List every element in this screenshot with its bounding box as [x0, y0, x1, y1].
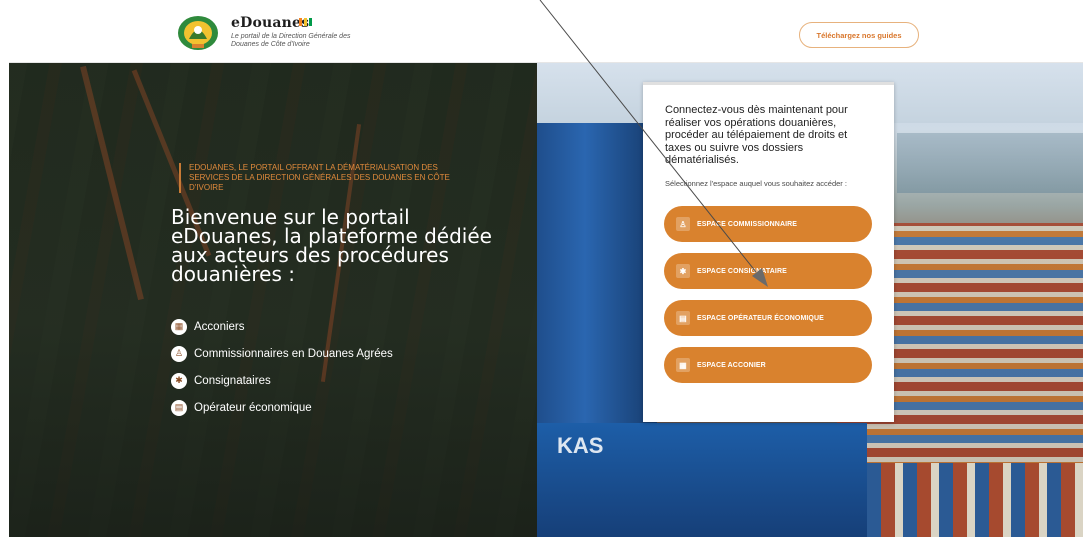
coat-of-arms-logo[interactable] — [176, 13, 220, 51]
card-prompt-text: Sélectionnez l'espace auquel vous souhai… — [665, 179, 847, 188]
consignataire-icon: ✱ — [676, 264, 690, 278]
feature-label: Opérateur économique — [194, 401, 312, 414]
espace-commissionnaire-button[interactable]: ♙ ESPACE COMMISSIONNAIRE — [664, 206, 872, 242]
espace-consignataire-button[interactable]: ✱ ESPACE CONSIGNATAIRE — [664, 253, 872, 289]
feature-label: Commissionnaires en Douanes Agrées — [194, 347, 393, 360]
button-label: ESPACE OPÉRATEUR ÉCONOMIQUE — [697, 314, 824, 322]
ivory-coast-flag-icon — [299, 18, 312, 26]
feature-item-operateur: ▤ Opérateur économique — [171, 394, 393, 421]
operateur-icon: ▤ — [676, 311, 690, 325]
feature-item-consignataires: ✱ Consignataires — [171, 367, 393, 394]
commissionnaire-icon: ♙ — [171, 345, 187, 362]
hero-section: KAS EDOUANES, LE PORTAIL OFFRANT LA DÉMA… — [9, 63, 1083, 537]
space-selection-card: Connectez-vous dès maintenant pour réali… — [643, 82, 894, 422]
site-header: eDouanes Le portail de la Direction Géné… — [9, 6, 1083, 63]
espace-operateur-economique-button[interactable]: ▤ ESPACE OPÉRATEUR ÉCONOMIQUE — [664, 300, 872, 336]
acconier-icon: ▦ — [171, 318, 187, 335]
hero-title: Bienvenue sur le portail eDouanes, la pl… — [171, 205, 492, 286]
consignataire-icon: ✱ — [171, 372, 187, 389]
feature-item-commissionnaires: ♙ Commissionnaires en Douanes Agrées — [171, 340, 393, 367]
button-label: ESPACE COMMISSIONNAIRE — [697, 220, 798, 228]
brand-name: eDouanes — [231, 15, 310, 31]
hero-eyebrow: EDOUANES, LE PORTAIL OFFRANT LA DÉMATÉRI… — [179, 163, 469, 193]
hero-left-panel — [9, 63, 537, 537]
ship-hull-lettering: KAS — [557, 433, 604, 458]
feature-list: ▦ Acconiers ♙ Commissionnaires en Douane… — [171, 313, 393, 421]
feature-item-acconiers: ▦ Acconiers — [171, 313, 393, 340]
button-label: ESPACE ACCONIER — [697, 361, 766, 369]
card-intro-text: Connectez-vous dès maintenant pour réali… — [665, 104, 848, 167]
operateur-icon: ▤ — [171, 399, 187, 416]
feature-label: Acconiers — [194, 320, 245, 333]
espace-acconier-button[interactable]: ▦ ESPACE ACCONIER — [664, 347, 872, 383]
commissionnaire-icon: ♙ — [676, 217, 690, 231]
feature-label: Consignataires — [194, 374, 271, 387]
acconier-icon: ▦ — [676, 358, 690, 372]
download-guides-button[interactable]: Téléchargez nos guides — [799, 22, 919, 48]
brand-tagline: Le portail de la Direction Générale des … — [231, 33, 351, 48]
button-label: ESPACE CONSIGNATAIRE — [697, 267, 787, 275]
